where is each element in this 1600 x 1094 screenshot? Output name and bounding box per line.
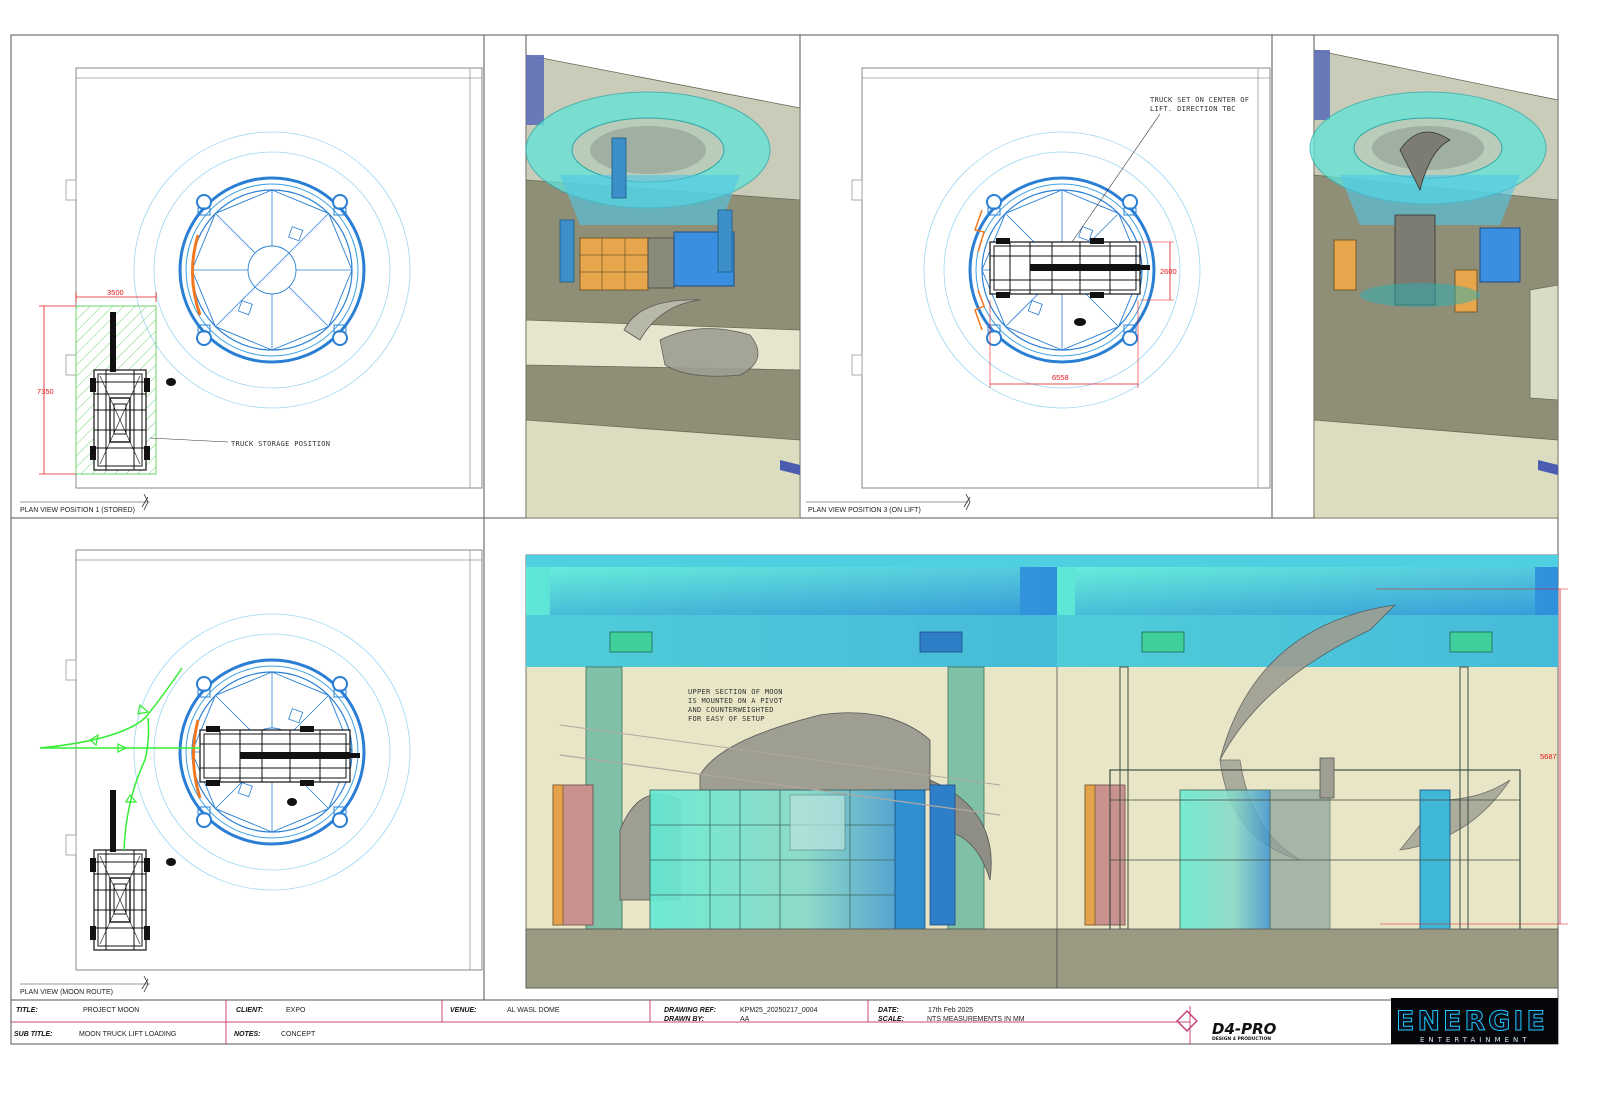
moon-pivot-note-line4: FOR EASY OF SETUP: [688, 715, 765, 723]
drawing-ref-key: DRAWING REF:: [664, 1007, 716, 1014]
scale-value: NTS MEASUREMENTS IN MM: [927, 1016, 1025, 1023]
drawing-sheet: 3500 7350 TRUCK STORAGE POSITION PLAN VI…: [10, 34, 1568, 1045]
title-value: PROJECT MOON: [83, 1007, 139, 1014]
client-key: CLIENT:: [236, 1007, 263, 1014]
title-key: TITLE:: [16, 1007, 38, 1014]
svg-text:D4-PRO: D4-PRO: [1212, 1020, 1277, 1038]
dim-height-2600: 2600: [1160, 267, 1177, 276]
energie-entertainment-logo: ENERGIE ENTERTAINMENT: [1391, 998, 1558, 1044]
iso-view-on-lift: [1309, 49, 1559, 519]
subtitle-value: MOON TRUCK LIFT LOADING: [79, 1031, 176, 1038]
drawn-by-key: DRAWN BY:: [664, 1016, 704, 1023]
elevation-views: [525, 554, 1568, 989]
moon-pivot-note-line2: IS MOUNTED ON A PIVOT: [688, 697, 783, 705]
drawing-ref-value: KPM25_20250217_0004: [740, 1007, 818, 1014]
moon-pivot-note-line1: UPPER SECTION OF MOON: [688, 688, 783, 696]
svg-text:DESIGN 4 PRODUCTION: DESIGN 4 PRODUCTION: [1212, 1036, 1271, 1042]
dim-width-3500: 3500: [107, 288, 124, 297]
notes-value: CONCEPT: [281, 1031, 316, 1038]
dim-height-5687: 5687: [1540, 752, 1557, 761]
truck-center-note-line2: LIFT. DIRECTION TBC: [1150, 105, 1236, 113]
subtitle-key: SUB TITLE:: [14, 1031, 53, 1038]
plan-view-on-lift: [806, 67, 1271, 511]
dim-width-6558: 6558: [1052, 373, 1069, 382]
notes-key: NOTES:: [234, 1031, 260, 1038]
plan-label-on-lift: PLAN VIEW POSITION 3 (ON LIFT): [808, 507, 921, 514]
plan-label-stored: PLAN VIEW POSITION 1 (STORED): [20, 507, 135, 514]
venue-value: AL WASL DOME: [507, 1007, 560, 1014]
client-value: EXPO: [286, 1007, 306, 1014]
date-key: DATE:: [878, 1007, 899, 1014]
dim-length-7350: 7350: [37, 387, 54, 396]
svg-text:ENTERTAINMENT: ENTERTAINMENT: [1420, 1036, 1531, 1044]
design4production-logo: D4-PRO DESIGN 4 PRODUCTION: [1212, 1020, 1277, 1042]
scale-key: SCALE:: [878, 1016, 904, 1023]
truck-storage-note: TRUCK STORAGE POSITION: [231, 440, 330, 448]
plan-label-moon-route: PLAN VIEW (MOON ROUTE): [20, 989, 113, 996]
moon-pivot-note-line3: AND COUNTERWEIGHTED: [688, 706, 774, 714]
truck-center-note-line1: TRUCK SET ON CENTER OF: [1150, 96, 1249, 104]
drawn-by-value: AA: [740, 1016, 750, 1023]
iso-view-stored: [525, 54, 801, 519]
plan-view-moon-route: [20, 549, 483, 993]
date-value: 17th Feb 2025: [928, 1007, 973, 1014]
svg-text:ENERGIE: ENERGIE: [1396, 1006, 1548, 1037]
venue-key: VENUE:: [450, 1007, 476, 1014]
